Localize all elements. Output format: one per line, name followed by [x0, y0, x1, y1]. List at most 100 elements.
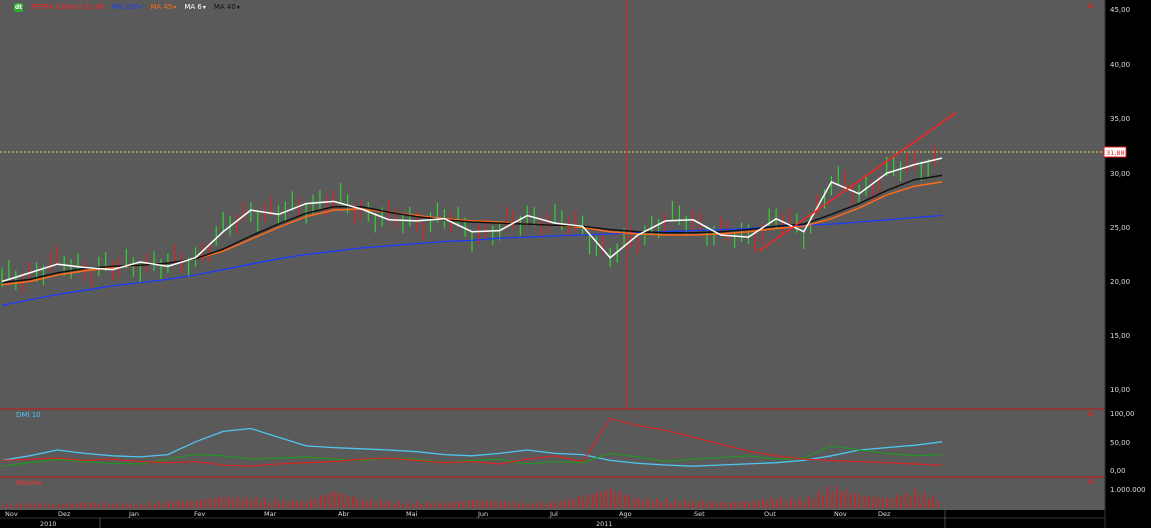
volume-bar	[508, 502, 511, 508]
volume-bar	[329, 492, 331, 508]
volume-bar	[928, 499, 930, 508]
month-label: Ago	[619, 510, 632, 518]
volume-bar	[895, 494, 898, 508]
volume-tick: 1.000.000	[1110, 486, 1146, 494]
volume-bar	[416, 501, 419, 508]
volume-bar	[223, 497, 225, 508]
volume-bar	[513, 501, 515, 508]
volume-bar	[614, 491, 617, 508]
volume-bar	[135, 505, 138, 508]
volume-bar	[269, 502, 271, 508]
volume-bar	[628, 494, 631, 508]
volume-bar	[610, 488, 612, 508]
price-tick: 40,00	[1110, 61, 1130, 69]
volume-bar	[29, 504, 32, 508]
price-tick: 30,00	[1110, 170, 1130, 178]
volume-bar	[467, 500, 469, 508]
month-label: Abr	[338, 510, 350, 518]
volume-bar	[458, 501, 460, 508]
price-axis-bg	[1105, 0, 1151, 528]
ma40-line	[1, 174, 943, 284]
chart-canvas[interactable]: 45,00 40,00 35,00 30,00 25,00 20,00 15,0…	[0, 0, 1151, 528]
volume-bar	[909, 495, 912, 508]
trendline	[758, 111, 957, 252]
volume-bar	[306, 501, 308, 508]
month-label: Jan	[128, 510, 139, 518]
volume-bar	[633, 498, 635, 508]
volume-bar	[518, 503, 520, 508]
volume-panel-label[interactable]: Volume	[16, 479, 42, 487]
volume-bar	[679, 502, 681, 508]
volume-bar	[273, 498, 276, 508]
volume-bar	[435, 502, 437, 508]
volume-bar	[154, 504, 156, 508]
chart-window: dt PETR4 (Diário) 31,88 MA 200 ▾ MA 45 ▾…	[0, 0, 1151, 528]
volume-bar	[172, 502, 174, 508]
volume-bar	[264, 498, 267, 508]
close-icon[interactable]: ⊠	[1088, 410, 1094, 418]
volume-bar	[605, 490, 608, 508]
volume-bar	[753, 500, 755, 508]
volume-bar	[186, 500, 188, 508]
volume-bar	[531, 502, 534, 508]
volume-bar	[932, 494, 935, 508]
volume-bar	[716, 502, 718, 508]
volume-bar	[849, 493, 852, 508]
volume-bar	[637, 497, 640, 508]
volume-bar	[495, 500, 497, 508]
close-icon[interactable]: ⊠	[1088, 478, 1094, 486]
volume-bar	[826, 486, 829, 508]
volume-bar	[167, 500, 170, 508]
volume-bar	[490, 501, 492, 508]
volume-bar	[651, 501, 654, 508]
volume-bar	[863, 495, 866, 508]
volume-bar	[789, 497, 792, 508]
volume-bar	[882, 498, 884, 508]
volume-bar	[117, 504, 119, 508]
ma6-line	[1, 157, 943, 283]
dmi-panel-label[interactable]: DMI 10	[16, 411, 41, 419]
volume-bar	[292, 499, 294, 508]
volume-bar	[596, 492, 598, 508]
volume-bar	[720, 502, 723, 508]
volume-bar	[822, 495, 824, 508]
volume-bar	[370, 499, 373, 508]
volume-bar	[158, 501, 161, 508]
volume-bar	[472, 500, 474, 508]
volume-bar	[384, 502, 386, 508]
volume-bar	[324, 495, 326, 508]
volume-bar	[693, 499, 695, 508]
volume-bar	[366, 501, 368, 508]
month-label: Jun	[477, 510, 488, 518]
volume-bar	[389, 500, 391, 508]
volume-bar	[213, 498, 216, 508]
volume-bar	[559, 500, 561, 508]
close-icon[interactable]: ⊠	[1088, 2, 1094, 10]
volume-bar	[301, 500, 303, 508]
volume-bar	[333, 491, 336, 508]
volume-bar	[140, 503, 142, 508]
volume-bar	[840, 492, 843, 508]
volume-bar	[407, 501, 409, 508]
volume-bar	[541, 501, 543, 508]
volume-bar	[98, 503, 101, 508]
volume-bar	[536, 504, 538, 508]
volume-bar	[338, 492, 340, 508]
volume-bar	[683, 499, 686, 508]
volume-bar	[15, 502, 18, 508]
volume-bar	[444, 502, 446, 508]
volume-bar	[347, 496, 349, 508]
volume-bar	[725, 502, 727, 508]
volume-bar	[107, 504, 110, 508]
volume-bar	[352, 496, 354, 508]
volume-bar	[743, 501, 746, 508]
volume-bar	[481, 500, 483, 508]
volume-bar	[144, 505, 147, 508]
month-label: Out	[764, 510, 776, 518]
volume-bar	[181, 501, 184, 508]
volume-bar	[780, 497, 783, 508]
volume-bar	[587, 493, 589, 508]
volume-bar	[582, 497, 584, 508]
volume-bar	[315, 498, 317, 508]
volume-bar	[71, 503, 73, 508]
